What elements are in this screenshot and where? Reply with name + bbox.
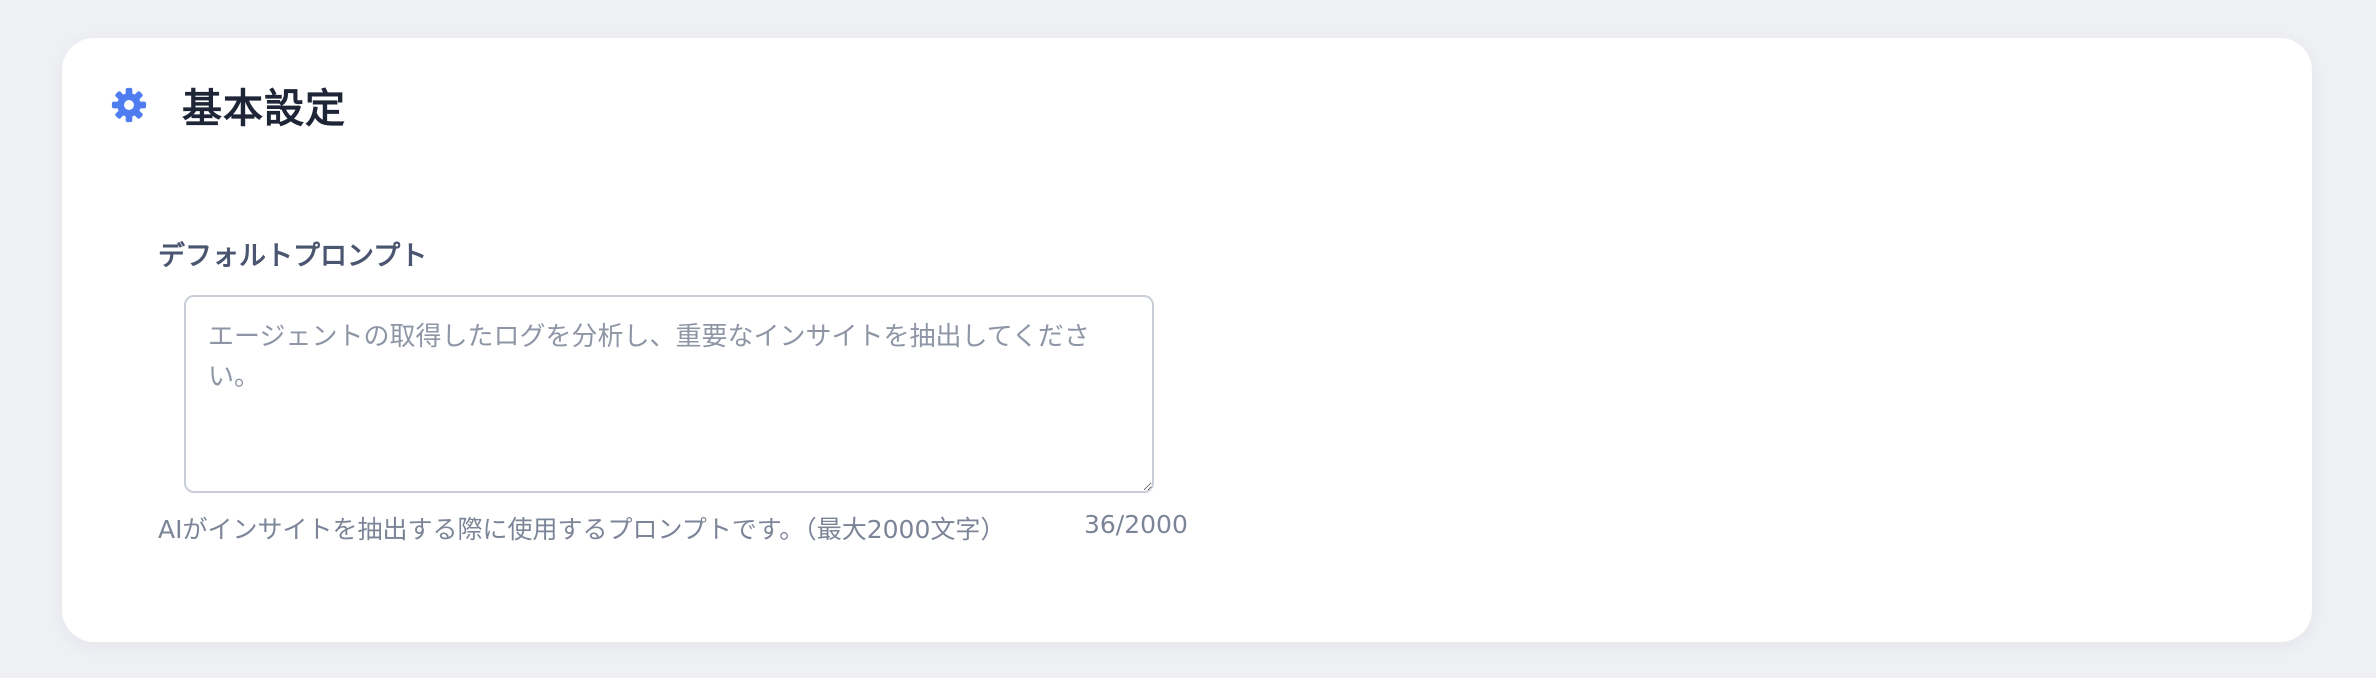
gear-icon [110,86,148,124]
default-prompt-textarea[interactable] [184,295,1154,493]
prompt-help-text: AIがインサイトを抽出する際に使用するプロンプトです。（最大2000文字） [158,515,1006,544]
basic-settings-card: 基本設定 デフォルトプロンプト AIがインサイトを抽出する際に使用するプロンプト… [62,38,2312,642]
section-header: 基本設定 [110,80,346,132]
default-prompt-label: デフォルトプロンプト [158,241,428,272]
character-counter: 36/2000 [1084,510,1188,539]
section-title: 基本設定 [182,86,346,132]
